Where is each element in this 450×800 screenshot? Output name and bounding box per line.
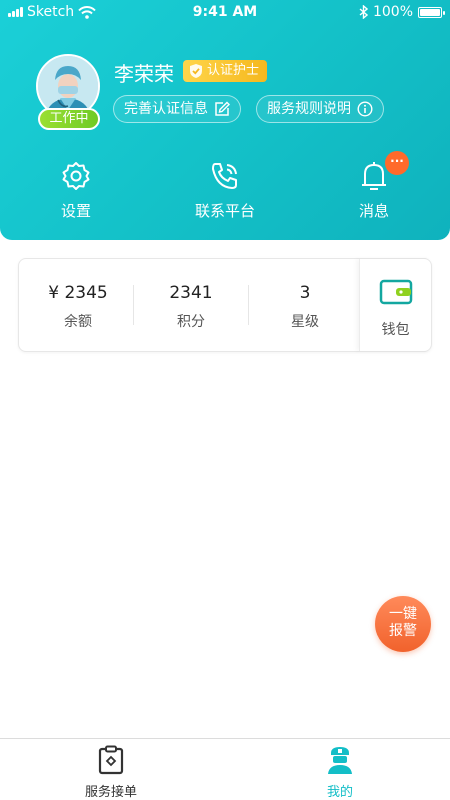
messages-badge: ··· bbox=[385, 151, 409, 175]
tab-mine-label: 我的 bbox=[326, 785, 353, 800]
wallet-button[interactable]: 钱包 bbox=[359, 259, 431, 351]
gear-icon bbox=[62, 162, 90, 190]
nurse-icon bbox=[328, 747, 352, 774]
profile-header: Sketch 9:41 AM 100% 工作中 李荣荣 认证护士 完善认证信息 … bbox=[0, 0, 450, 240]
nurse-portrait-icon bbox=[38, 56, 98, 116]
cert-badge: 认证护士 bbox=[183, 60, 268, 82]
emergency-alarm-button[interactable]: 一键 报警 bbox=[375, 596, 431, 652]
complete-info-label: 完善认证信息 bbox=[124, 101, 208, 117]
stars-value: 3 bbox=[299, 283, 311, 303]
tab-service-orders[interactable]: 服务接单 bbox=[56, 745, 166, 800]
points-label: 积分 bbox=[177, 314, 205, 330]
messages-label: 消息 bbox=[358, 202, 389, 220]
balance-value: ¥ 2345 bbox=[48, 283, 108, 303]
points-value: 2341 bbox=[169, 283, 213, 303]
tab-bar: 服务接单 我的 bbox=[0, 738, 450, 800]
points-stat[interactable]: 2341 积分 bbox=[134, 259, 248, 353]
tab-service-orders-label: 服务接单 bbox=[84, 785, 137, 800]
battery-icon bbox=[418, 6, 445, 18]
service-rules-button[interactable]: 服务规则说明 bbox=[256, 95, 384, 123]
balance-stat[interactable]: ¥ 2345 余额 bbox=[21, 259, 135, 353]
contact-platform-button[interactable]: 联系平台 bbox=[180, 158, 270, 221]
sos-line2: 报警 bbox=[389, 623, 417, 639]
stars-stat[interactable]: 3 星级 bbox=[248, 259, 362, 353]
settings-button[interactable]: 设置 bbox=[31, 158, 121, 221]
stars-label: 星级 bbox=[291, 314, 319, 330]
balance-label: 余额 bbox=[64, 314, 92, 330]
profile-page: Sketch 9:41 AM 100% 工作中 李荣荣 认证护士 完善认证信息 … bbox=[0, 0, 450, 800]
work-status-badge[interactable]: 工作中 bbox=[38, 108, 100, 130]
shield-check-icon bbox=[190, 64, 202, 78]
tab-mine[interactable]: 我的 bbox=[285, 745, 395, 800]
info-icon bbox=[357, 101, 373, 117]
settings-label: 设置 bbox=[60, 202, 91, 220]
wallet-icon bbox=[379, 279, 412, 305]
service-rules-label: 服务规则说明 bbox=[267, 101, 351, 117]
clipboard-icon bbox=[98, 745, 124, 775]
sos-line1: 一键 bbox=[389, 606, 417, 622]
status-right: 100% bbox=[359, 4, 445, 20]
wallet-label: 钱包 bbox=[381, 322, 410, 338]
bluetooth-icon bbox=[359, 5, 368, 19]
complete-info-button[interactable]: 完善认证信息 bbox=[113, 95, 241, 123]
edit-icon bbox=[215, 101, 230, 116]
user-name: 李荣荣 bbox=[114, 62, 174, 86]
phone-call-icon bbox=[212, 163, 237, 189]
battery-percent: 100% bbox=[372, 4, 413, 20]
status-bar: Sketch 9:41 AM 100% bbox=[0, 0, 450, 26]
stats-card: ¥ 2345 余额 2341 积分 3 星级 钱包 bbox=[18, 258, 432, 352]
contact-label: 联系平台 bbox=[194, 202, 255, 220]
cert-label: 认证护士 bbox=[207, 63, 260, 78]
